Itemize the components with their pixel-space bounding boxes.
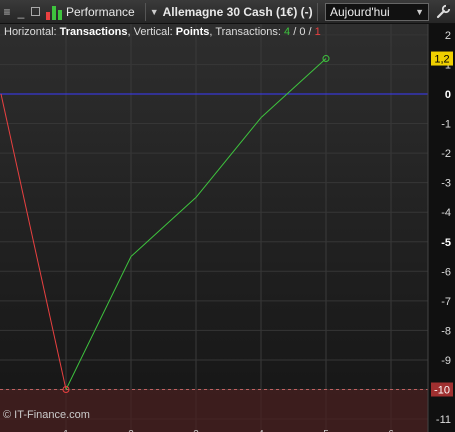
- y-axis-tick-label: -2: [441, 148, 451, 160]
- losing-trades-count: 1: [314, 26, 321, 38]
- minimize-icon[interactable]: _: [14, 2, 28, 22]
- axis-background: [428, 24, 455, 432]
- copyright-text: © IT-Finance.com: [3, 409, 90, 421]
- y-axis-tick-label: 0: [445, 89, 451, 101]
- y-axis-tick-label: -4: [441, 207, 451, 219]
- plot-background: [0, 24, 428, 432]
- separator-slash: /: [290, 26, 300, 38]
- window-title: Performance: [66, 4, 135, 19]
- vertical-label: , Vertical:: [127, 26, 176, 38]
- instrument-label: Allemagne 30 Cash (1€) (-): [162, 4, 313, 19]
- wrench-icon[interactable]: [433, 2, 453, 22]
- y-axis-tick-label: -11: [436, 414, 451, 426]
- current-value-label: 1,2: [434, 54, 449, 66]
- period-select[interactable]: Aujourd'hui ▼: [325, 2, 429, 21]
- y-axis-tick-label: -8: [441, 325, 451, 337]
- toolbar-separator: [316, 2, 318, 21]
- y-axis-tick-label: -5: [441, 237, 451, 249]
- chevron-down-icon: ▼: [415, 6, 424, 17]
- dropdown-arrow-icon: ▼: [149, 6, 159, 17]
- vertical-value: Points: [175, 26, 210, 38]
- maximize-icon[interactable]: [28, 2, 42, 22]
- y-axis-tick-label: -9: [441, 355, 451, 367]
- y-axis-tick-label: -1: [441, 119, 451, 131]
- min-value-label: -10: [434, 385, 450, 397]
- separator-slash: /: [305, 26, 315, 38]
- candlestick-icon: [46, 4, 62, 20]
- y-axis-tick-label: 2: [445, 30, 451, 42]
- period-value: Aujourd'hui: [330, 4, 390, 19]
- instrument-selector[interactable]: ▼ Allemagne 30 Cash (1€) (-): [150, 5, 313, 19]
- horizontal-label: Horizontal:: [4, 26, 60, 38]
- y-axis-tick-label: -3: [441, 178, 451, 190]
- menu-icon[interactable]: ≡: [0, 2, 14, 22]
- toolbar-separator: [144, 2, 146, 21]
- y-axis-tick-label: -6: [441, 266, 451, 278]
- y-axis-tick-label: -7: [441, 296, 451, 308]
- transactions-label: , Transactions:: [209, 26, 285, 38]
- chart-info-legend: Horizontal: Transactions, Vertical: Poin…: [4, 26, 321, 38]
- performance-chart[interactable]: 210-1-2-3-4-5-6-7-8-9-11 123456 1,2-10: [0, 24, 455, 432]
- toolbar: ≡ _ Performance ▼ Allemagne 30 Cash (1€)…: [0, 0, 455, 24]
- horizontal-value: Transactions: [59, 26, 128, 38]
